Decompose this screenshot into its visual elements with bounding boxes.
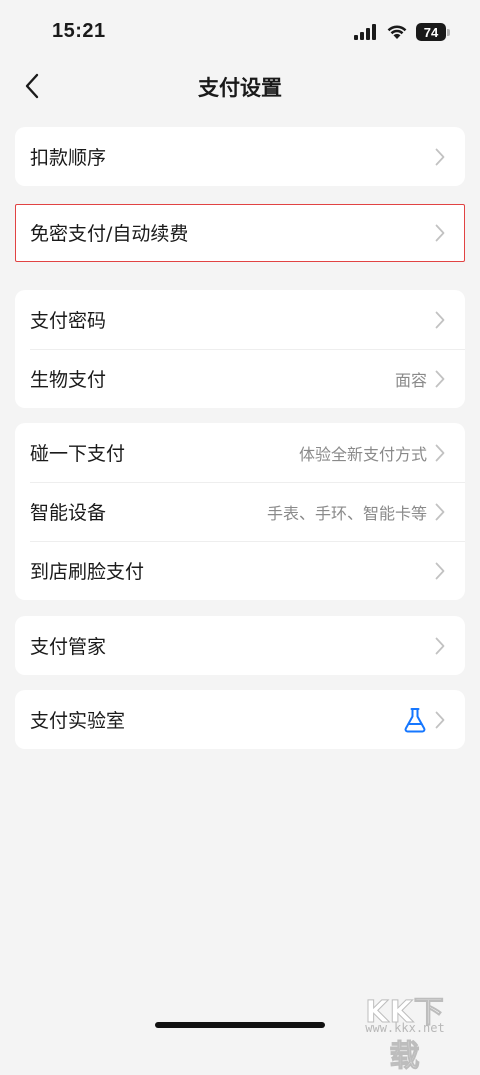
home-indicator[interactable]	[155, 1022, 325, 1028]
chevron-right-icon	[435, 711, 445, 728]
settings-group-lab: 支付实验室	[15, 690, 465, 749]
watermark: KK下载 www.kkx.net	[350, 985, 460, 1075]
row-right	[435, 562, 445, 580]
row-label: 碰一下支付	[30, 443, 126, 465]
chevron-right-icon	[435, 637, 445, 654]
row-value: 手表、手环、智能卡等	[266, 503, 427, 523]
wifi-icon	[387, 25, 407, 39]
signal-icon	[354, 24, 376, 40]
battery-level: 74	[416, 23, 446, 41]
row-payment-password[interactable]: 支付密码	[15, 290, 465, 349]
row-payment-lab[interactable]: 支付实验室	[15, 690, 465, 749]
row-right	[403, 707, 445, 733]
row-label: 到店刷脸支付	[30, 561, 145, 583]
row-label: 免密支付/自动续费	[30, 223, 189, 245]
row-label: 生物支付	[30, 369, 107, 391]
chevron-right-icon	[435, 224, 445, 241]
settings-group-deduction: 扣款顺序	[15, 127, 465, 186]
settings-group-password-free: 免密支付/自动续费	[15, 204, 465, 262]
row-right	[435, 148, 445, 166]
row-right: 手表、手环、智能卡等	[267, 500, 445, 524]
row-tap-to-pay[interactable]: 碰一下支付 体验全新支付方式	[15, 423, 465, 482]
chevron-right-icon	[435, 370, 445, 387]
row-deduction-order[interactable]: 扣款顺序	[15, 127, 465, 186]
row-right	[435, 637, 445, 655]
battery-tip	[447, 28, 450, 36]
chevron-right-icon	[435, 311, 445, 328]
row-biometric-payment[interactable]: 生物支付 面容	[15, 349, 465, 408]
row-right	[435, 311, 445, 329]
row-right: 面容	[395, 367, 445, 391]
row-label: 智能设备	[30, 502, 107, 524]
status-icons: 74	[354, 22, 450, 42]
row-right	[435, 224, 445, 242]
row-label: 支付实验室	[30, 710, 126, 732]
row-right: 体验全新支付方式	[299, 441, 445, 465]
row-value: 面容	[394, 370, 427, 390]
settings-group-manager: 支付管家	[15, 616, 465, 675]
settings-group-devices: 碰一下支付 体验全新支付方式 智能设备 手表、手环、智能卡等 到店刷脸支付	[15, 423, 465, 600]
watermark-url: www.kkx.net	[365, 1021, 445, 1035]
chevron-right-icon	[435, 444, 445, 461]
status-time: 15:21	[52, 20, 106, 42]
flask-icon	[404, 707, 426, 732]
chevron-right-icon	[435, 562, 445, 579]
row-payment-manager[interactable]: 支付管家	[15, 616, 465, 675]
row-value: 体验全新支付方式	[298, 444, 427, 464]
row-label: 支付密码	[30, 310, 107, 332]
chevron-right-icon	[435, 148, 445, 165]
status-bar: 15:21 74	[0, 0, 480, 60]
page-title: 支付设置	[198, 76, 282, 100]
row-smart-devices[interactable]: 智能设备 手表、手环、智能卡等	[15, 482, 465, 541]
row-password-free-autorenew[interactable]: 免密支付/自动续费	[16, 205, 464, 260]
nav-bar: 支付设置	[0, 60, 480, 112]
row-label: 扣款顺序	[30, 147, 107, 169]
row-label: 支付管家	[30, 636, 107, 658]
battery-icon: 74	[416, 23, 450, 41]
row-face-pay-in-store[interactable]: 到店刷脸支付	[15, 541, 465, 600]
settings-group-security: 支付密码 生物支付 面容	[15, 290, 465, 408]
chevron-right-icon	[435, 503, 445, 520]
